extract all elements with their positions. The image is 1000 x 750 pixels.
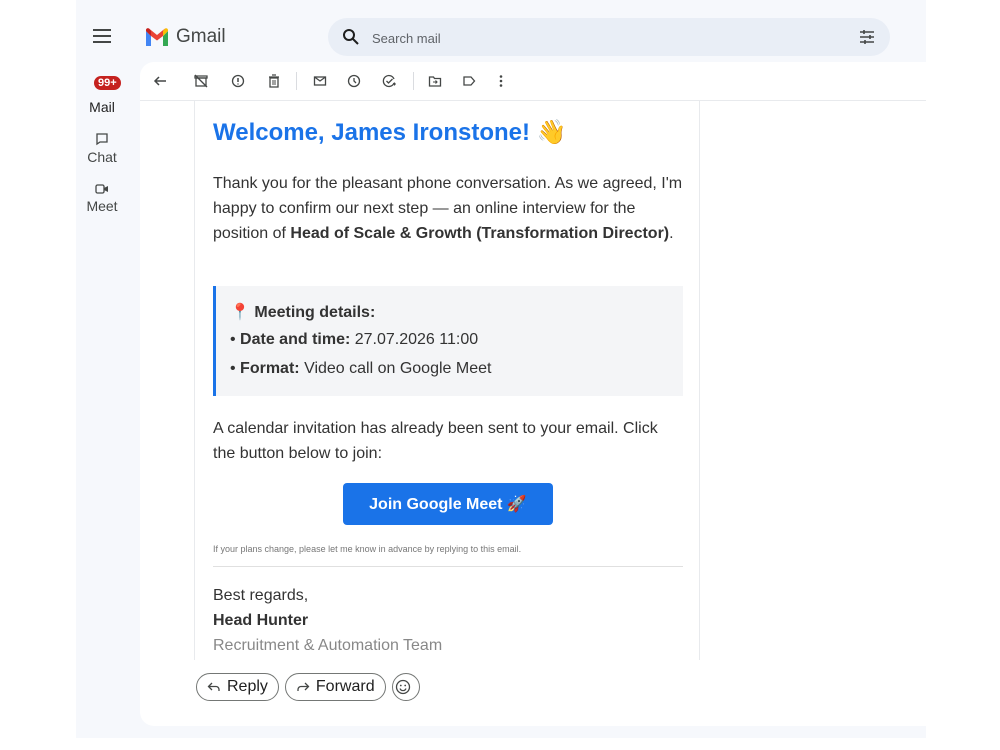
small-note: If your plans change, please let me know… [213, 544, 522, 554]
search-bar[interactable] [328, 18, 890, 58]
forward-button[interactable]: Forward [284, 673, 386, 701]
toolbar-divider [413, 72, 414, 90]
join-google-meet-button[interactable]: Join Google Meet 🚀 [343, 483, 553, 525]
label-icon[interactable] [459, 71, 479, 91]
message-actions: Reply Forward [196, 673, 420, 701]
unread-count-badge: 99+ [92, 74, 123, 92]
intro-end: . [669, 225, 674, 242]
meeting-details-box: 📍 Meeting details: • Date and time: 27.0… [213, 286, 683, 396]
delete-icon[interactable] [264, 71, 284, 91]
archive-icon[interactable] [191, 71, 211, 91]
divider [213, 566, 683, 567]
reply-label: Reply [227, 678, 268, 695]
nav-mail[interactable]: Mail [76, 99, 128, 115]
video-icon [95, 184, 108, 194]
position-title: Head of Scale & Growth (Transformation D… [290, 225, 670, 242]
report-spam-icon[interactable] [228, 71, 248, 91]
format-label: Format: [240, 360, 300, 377]
date-label: Date and time: [240, 331, 351, 348]
email-heading: Welcome, James Ironstone! 👋 [213, 119, 567, 146]
details-title: 📍 Meeting details: [230, 302, 375, 322]
add-to-tasks-icon[interactable] [379, 71, 399, 91]
date-value: 27.07.2026 11:00 [354, 331, 479, 348]
more-icon[interactable] [491, 71, 511, 91]
reply-icon [207, 682, 220, 691]
nav-meet-label: Meet [86, 198, 118, 214]
reply-button[interactable]: Reply [196, 673, 279, 701]
format-value: Video call on Google Meet [304, 360, 492, 377]
chat-icon [96, 133, 108, 146]
gmail-logo[interactable]: Gmail [144, 26, 226, 48]
forward-label: Forward [315, 678, 375, 695]
gmail-app: 99+ Mail Chat Meet Gmail Search mail Wel… [76, 0, 926, 738]
details-format-line: • Format: Video call on Google Meet [230, 360, 492, 377]
search-icon[interactable] [342, 28, 360, 46]
details-title-text: Meeting details: [254, 304, 376, 321]
details-date-line: • Date and time: 27.07.2026 11:00 [230, 331, 479, 348]
emoji-icon [395, 679, 410, 695]
move-to-icon[interactable] [425, 71, 445, 91]
nav-meet[interactable]: Meet [76, 183, 128, 214]
search-input[interactable] [370, 18, 814, 58]
nav-chat-label: Chat [87, 149, 117, 165]
search-options-icon[interactable] [858, 28, 876, 46]
forward-icon [297, 682, 310, 691]
snooze-icon[interactable] [344, 71, 364, 91]
mark-unread-icon[interactable] [310, 71, 330, 91]
sender-name: Head Hunter [213, 612, 309, 629]
pin-icon: 📍 [230, 304, 250, 321]
closing-text: Best regards, [213, 587, 309, 604]
message-view: Welcome, James Ironstone! 👋 Thank you fo… [140, 62, 926, 726]
calendar-paragraph: A calendar invitation has already been s… [213, 420, 658, 462]
main-menu-icon[interactable] [92, 26, 112, 46]
back-arrow-icon[interactable] [150, 71, 170, 91]
message-toolbar [140, 62, 926, 101]
nav-chat[interactable]: Chat [76, 132, 128, 165]
toolbar-divider [296, 72, 297, 90]
gmail-m-icon [146, 28, 168, 46]
gmail-logo-text: Gmail [176, 26, 226, 47]
intro-paragraph: Thank you for the pleasant phone convers… [213, 171, 683, 246]
sender-team: Recruitment & Automation Team [213, 637, 443, 654]
email-body: Welcome, James Ironstone! 👋 Thank you fo… [194, 100, 700, 660]
nav-mail-label: Mail [89, 99, 115, 115]
emoji-reaction-button[interactable] [391, 673, 420, 701]
nav-rail: 99+ Mail Chat Meet [76, 0, 128, 738]
